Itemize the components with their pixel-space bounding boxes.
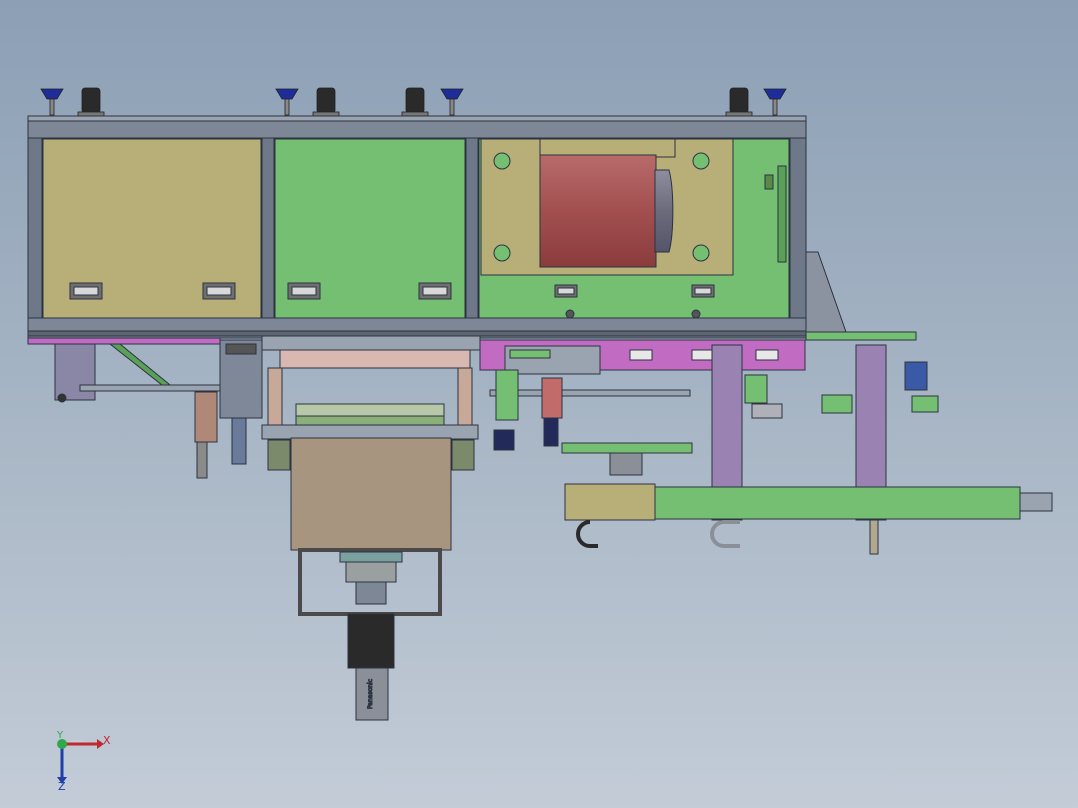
left-cabinet-panel bbox=[42, 138, 262, 319]
center-lift-assembly: Panasonic bbox=[261, 335, 481, 721]
panel-handle-icon bbox=[69, 282, 103, 300]
left-support-legs bbox=[27, 337, 263, 479]
caster-wheel-icon bbox=[275, 87, 340, 117]
x-axis-label: X bbox=[103, 734, 111, 747]
machine-assembly-drawing[interactable]: Panasonic X Y Z bbox=[0, 0, 1078, 808]
cad-viewport[interactable]: Panasonic X Y Z bbox=[0, 0, 1078, 808]
roller-hub bbox=[654, 169, 674, 253]
panel-handle-icon bbox=[691, 284, 715, 298]
caster-wheels-row bbox=[40, 87, 787, 117]
lift-block bbox=[290, 437, 452, 551]
axis-triad: X Y Z bbox=[56, 730, 111, 793]
caster-wheel-icon bbox=[725, 87, 787, 117]
middle-cabinet-panel bbox=[274, 138, 466, 319]
panel-handle-icon bbox=[418, 282, 452, 300]
panel-handle-icon bbox=[202, 282, 236, 300]
side-bracket bbox=[805, 251, 917, 341]
caster-wheel-icon bbox=[40, 87, 105, 117]
panel-handle-icon bbox=[554, 284, 578, 298]
servo-motor bbox=[347, 613, 395, 669]
z-axis-label: Z bbox=[58, 780, 66, 793]
roller-compartment bbox=[478, 138, 790, 319]
motor-brand-label: Panasonic bbox=[367, 679, 374, 709]
caster-wheel-icon bbox=[401, 87, 464, 117]
drive-roller bbox=[539, 154, 657, 268]
linear-rail bbox=[654, 486, 1021, 520]
panel-handle-icon bbox=[287, 282, 321, 300]
y-axis-label: Y bbox=[56, 730, 64, 741]
